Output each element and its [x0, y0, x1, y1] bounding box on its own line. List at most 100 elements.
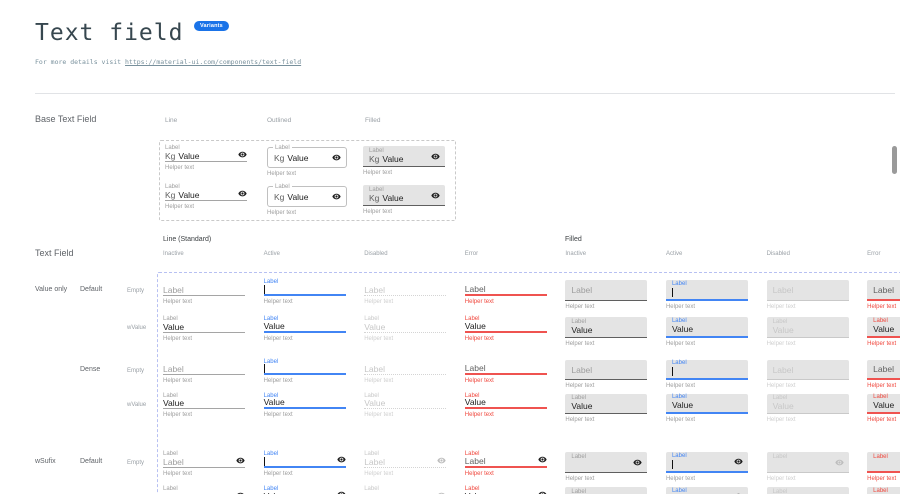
field-label: Label [773, 489, 843, 494]
eye-icon[interactable] [431, 191, 440, 200]
text-field-line-error-value[interactable]: Label Value Helper text [465, 315, 547, 348]
field-box: Label Value [867, 317, 900, 338]
text-field-line-active-empty[interactable]: Label Helper text [264, 278, 346, 311]
eye-icon[interactable] [238, 150, 247, 159]
text-field-filled-active-empty[interactable]: Label Helper text [666, 278, 748, 311]
text-field-line-disabled-value[interactable]: Label Value Helper text [364, 392, 446, 424]
text-field-line-inactive-empty[interactable]: Label Label Helper text [163, 450, 245, 483]
text-field-filled-disabled-empty[interactable]: Label Helper text [767, 358, 849, 390]
text-field-filled-error-value[interactable]: Label Value Helper text [867, 392, 900, 424]
text-field-line-inactive-value[interactable]: Label Value Helper text [163, 315, 245, 348]
text-field-filled-disabled-empty[interactable]: Label Helper text [767, 278, 849, 311]
field-box: Label [565, 360, 647, 380]
eye-icon[interactable] [337, 490, 346, 494]
state-header-filled-error: Error [867, 251, 900, 257]
eye-icon[interactable] [431, 152, 440, 161]
field-prefix: Kg [165, 191, 175, 200]
field-placeholder-label: Label [571, 285, 641, 295]
eye-icon[interactable] [835, 458, 844, 467]
text-field-line-error-empty[interactable]: Label Helper text [465, 358, 547, 390]
text-field-line-inactive-base[interactable]: Label KgValue Helper text [165, 183, 247, 211]
text-field-filled-inactive-value[interactable]: Label Value Helper text [565, 315, 647, 348]
field-helper-text: Helper text [666, 383, 748, 390]
text-field-filled-active-empty[interactable]: Label Helper text [666, 358, 748, 390]
text-field-line-inactive-empty[interactable]: Label Helper text [163, 278, 245, 311]
field-label: Label [369, 187, 439, 194]
text-field-filled-disabled-value[interactable]: Label Value Helper text [767, 485, 849, 494]
scrollbar-thumb[interactable] [892, 146, 897, 174]
eye-icon[interactable] [332, 192, 341, 201]
text-field-line-active-empty[interactable]: Label Helper text [264, 450, 346, 483]
text-field-line-error-value[interactable]: Label Value Helper text [465, 392, 547, 424]
text-field-filled-disabled-value[interactable]: Label Value Helper text [767, 392, 849, 424]
eye-icon[interactable] [337, 455, 346, 464]
text-field-filled-error-empty[interactable]: Label Helper text [867, 358, 900, 390]
field-label: Label [264, 358, 346, 365]
text-field-line-error-empty[interactable]: Label Helper text [465, 278, 547, 311]
field-input [672, 288, 742, 297]
text-field-line-inactive-empty[interactable]: Label Helper text [163, 358, 245, 390]
text-field-filled-disabled-empty[interactable]: Label Helper text [767, 450, 849, 483]
eye-icon[interactable] [734, 457, 743, 466]
text-field-line-disabled-empty[interactable]: Label Helper text [364, 358, 446, 390]
eye-icon[interactable] [633, 458, 642, 467]
text-field-filled-active-value[interactable]: Label Value Helper text [666, 485, 748, 494]
docs-link[interactable]: https://material-ui.com/components/text-… [125, 58, 301, 66]
state-headers: InactiveActiveDisabledErrorInactiveActiv… [163, 251, 900, 257]
field-value: Value [178, 191, 199, 200]
text-field-filled-inactive-base[interactable]: Label KgValue Helper text [363, 185, 445, 216]
text-field-line-inactive-value[interactable]: Label Value Helper text [163, 392, 245, 424]
text-field-filled-error-empty[interactable]: Label Helper text [867, 450, 900, 483]
text-field-filled-inactive-value[interactable]: Label Value Helper text [565, 392, 647, 424]
text-field-outlined-base[interactable]: Label Kg Value Helper text [267, 186, 347, 217]
eye-icon[interactable] [236, 456, 245, 465]
text-field-filled-inactive-base[interactable]: Label KgValue Helper text [363, 146, 445, 177]
text-field-line-disabled-value[interactable]: Label Value Helper text [364, 485, 446, 494]
text-field-line-active-value[interactable]: Label Value Helper text [264, 315, 346, 348]
text-field-line-active-empty[interactable]: Label Helper text [264, 358, 346, 390]
field-value: Value [287, 153, 308, 163]
text-field-line-error-value[interactable]: Label Value Helper text [465, 485, 547, 494]
text-field-filled-error-empty[interactable]: Label Helper text [867, 278, 900, 311]
field-input: Value [465, 399, 547, 409]
field-input: KgValue [165, 152, 247, 162]
text-field-line-inactive-value[interactable]: Label Value Helper text [163, 485, 245, 494]
text-field-filled-inactive-empty[interactable]: Label Helper text [565, 358, 647, 390]
text-field-line-active-value[interactable]: Label Value Helper text [264, 485, 346, 494]
field-input: Label [364, 458, 446, 468]
field-input: Value [264, 323, 346, 333]
field-input: Value [465, 323, 547, 333]
field-input: Value [672, 401, 742, 410]
variants-badge[interactable]: Variants [194, 21, 229, 31]
text-field-line-error-empty[interactable]: Label Label Helper text [465, 450, 547, 483]
text-field-filled-inactive-empty[interactable]: Label Helper text [565, 278, 647, 311]
text-field-filled-active-value[interactable]: Label Value Helper text [666, 392, 748, 424]
text-field-line-inactive-base[interactable]: Label KgValue Helper text [165, 144, 247, 172]
field-prefix: Kg [369, 194, 379, 203]
eye-icon[interactable] [538, 490, 547, 494]
text-field-filled-inactive-empty[interactable]: Label Helper text [565, 450, 647, 483]
text-field-line-disabled-empty[interactable]: Label Helper text [364, 278, 446, 311]
text-field-filled-active-empty[interactable]: Label Helper text [666, 450, 748, 483]
field-helper-text: Helper text [165, 204, 247, 211]
state-header-line-inactive: Inactive [163, 251, 253, 257]
text-field-line-disabled-empty[interactable]: Label Label Helper text [364, 450, 446, 483]
text-field-line-active-value[interactable]: Label Value Helper text [264, 392, 346, 424]
text-field-filled-inactive-value[interactable]: Label Value Helper text [565, 485, 647, 494]
text-field-filled-error-value[interactable]: Label Value Helper text [867, 315, 900, 348]
field-input: Label [163, 286, 245, 296]
field-value: Value [163, 323, 184, 332]
text-field-outlined-base[interactable]: Label Kg Value Helper text [267, 147, 347, 178]
field-box: Label KgValue [363, 146, 445, 167]
field-helper-text: Helper text [565, 417, 647, 424]
eye-icon[interactable] [538, 455, 547, 464]
text-field-line-disabled-value[interactable]: Label Value Helper text [364, 315, 446, 348]
eye-icon[interactable] [332, 153, 341, 162]
eye-icon[interactable] [437, 456, 446, 465]
text-field-filled-active-value[interactable]: Label Value Helper text [666, 315, 748, 348]
text-field-filled-error-value[interactable]: Label Value Helper text [867, 485, 900, 494]
text-field-filled-disabled-value[interactable]: Label Value Helper text [767, 315, 849, 348]
field-label: Label [672, 360, 742, 367]
eye-icon[interactable] [238, 189, 247, 198]
field-box: Label KgValue [363, 185, 445, 206]
